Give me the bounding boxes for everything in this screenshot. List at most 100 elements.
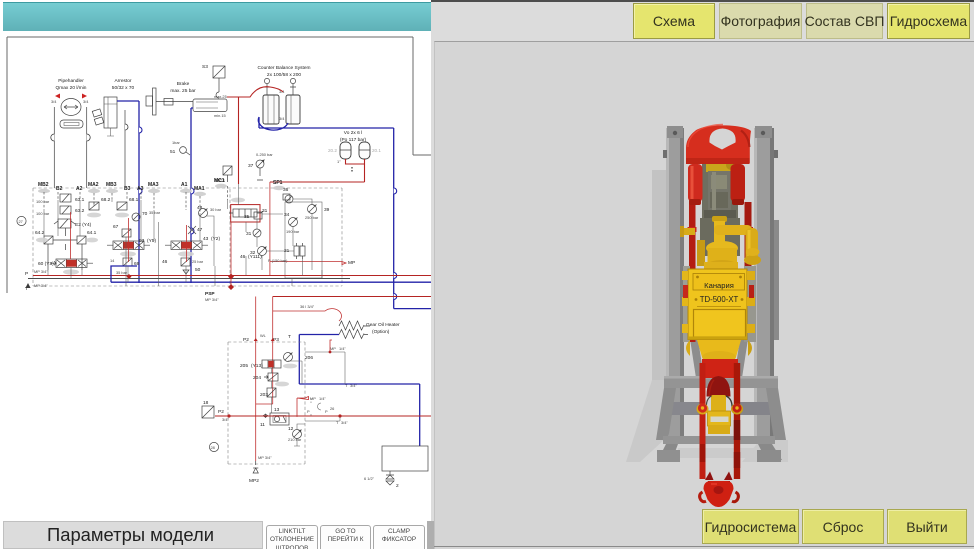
svg-text:A2: A2 <box>76 186 83 192</box>
svg-text:205: 205 <box>240 363 248 369</box>
svg-text:S3: S3 <box>202 64 208 70</box>
svg-text:46: 46 <box>240 254 246 260</box>
svg-text:B2: B2 <box>56 186 63 192</box>
svg-text:13: 13 <box>274 407 280 413</box>
svg-text:48: 48 <box>197 205 203 211</box>
svg-text:51: 51 <box>170 149 176 155</box>
svg-text:P: P <box>25 271 28 277</box>
svg-text:P2: P2 <box>243 337 249 343</box>
svg-text:03: 03 <box>139 238 145 244</box>
svg-text:MP 3/4": MP 3/4" <box>34 269 48 274</box>
svg-text:3/4": 3/4" <box>222 417 229 422</box>
svg-text:MP: MP <box>330 346 336 351</box>
svg-text:3/4": 3/4" <box>350 383 357 388</box>
svg-text:210 bar: 210 bar <box>288 437 302 442</box>
svg-text:2x 100/58 x 200: 2x 100/58 x 200 <box>267 72 301 78</box>
svg-text:31: 31 <box>262 208 268 214</box>
svg-text:TD-500-XT: TD-500-XT <box>700 295 739 304</box>
svg-text:6 1/2": 6 1/2" <box>364 476 375 481</box>
svg-text:A1: A1 <box>181 182 188 188</box>
svg-text:P2: P2 <box>218 409 224 415</box>
svg-text:(Y13): (Y13) <box>251 363 263 369</box>
svg-text:A3: A3 <box>137 186 144 192</box>
svg-text:Qmax 20 l/min: Qmax 20 l/min <box>56 85 87 91</box>
svg-text:50/32 x 70: 50/32 x 70 <box>112 85 135 91</box>
svg-text:30 bar: 30 bar <box>210 207 222 212</box>
svg-text:MA3: MA3 <box>148 182 159 188</box>
svg-text:Pipehandler: Pipehandler <box>58 78 84 84</box>
svg-text:46: 46 <box>162 259 168 265</box>
svg-text:64.2: 64.2 <box>35 230 45 236</box>
svg-text:26: 26 <box>330 406 334 411</box>
svg-text:MP 3/4": MP 3/4" <box>258 455 272 460</box>
svg-text:Counter Balance System: Counter Balance System <box>257 65 310 71</box>
svg-text:35: 35 <box>244 214 250 220</box>
svg-text:31: 31 <box>246 231 252 237</box>
svg-text:Канария: Канария <box>704 281 734 290</box>
svg-text:35 bar: 35 bar <box>149 210 161 215</box>
svg-text:Gear Oil Heater: Gear Oil Heater <box>366 322 400 328</box>
svg-text:20.2: 20.2 <box>328 148 337 153</box>
svg-text:36 l 3/4": 36 l 3/4" <box>300 304 315 309</box>
svg-text:1/4": 1/4" <box>339 346 346 351</box>
svg-text:1/4": 1/4" <box>319 396 326 401</box>
svg-text:20.1: 20.1 <box>372 148 381 153</box>
svg-text:(Option): (Option) <box>372 329 390 335</box>
svg-text:27: 27 <box>19 219 23 224</box>
svg-text:50: 50 <box>195 267 201 273</box>
svg-text:T: T <box>288 334 291 340</box>
svg-text:34: 34 <box>284 212 290 218</box>
svg-text:B3: B3 <box>124 186 131 192</box>
svg-text:2: 2 <box>396 483 399 489</box>
svg-text:204: 204 <box>253 375 261 381</box>
svg-text:3/4": 3/4" <box>341 420 348 425</box>
svg-text:MC1: MC1 <box>214 178 225 184</box>
svg-text:32: 32 <box>250 250 256 256</box>
svg-text:3/4: 3/4 <box>51 99 57 104</box>
svg-text:60 (Y3): 60 (Y3) <box>38 261 54 267</box>
svg-text:SP1: SP1 <box>273 180 283 186</box>
svg-text:Vo 2x 6 l: Vo 2x 6 l <box>344 130 362 136</box>
svg-text:Arrestor: Arrestor <box>114 78 131 84</box>
svg-text:P: P <box>325 409 328 414</box>
svg-text:100 bar: 100 bar <box>36 211 50 216</box>
svg-text:25 bar: 25 bar <box>192 259 204 264</box>
svg-text:MA1: MA1 <box>194 186 205 192</box>
svg-text:(Y2): (Y2) <box>211 236 220 242</box>
svg-text:36: 36 <box>283 187 289 193</box>
svg-text:37: 37 <box>248 163 254 169</box>
svg-text:28: 28 <box>211 445 215 450</box>
svg-text:67: 67 <box>113 224 119 230</box>
svg-text:WL: WL <box>260 333 267 338</box>
svg-text:P: P <box>307 409 310 414</box>
svg-text:68.2: 68.2 <box>101 197 111 203</box>
svg-text:14: 14 <box>110 258 115 263</box>
svg-text:MP 3/4": MP 3/4" <box>34 283 48 288</box>
svg-text:(Y5): (Y5) <box>147 238 156 244</box>
svg-text:Brake: Brake <box>177 81 190 87</box>
svg-text:70: 70 <box>142 211 148 217</box>
svg-text:min.15: min.15 <box>214 113 226 118</box>
svg-text:3/4: 3/4 <box>83 99 89 104</box>
svg-text:P (150 bar): P (150 bar) <box>268 258 288 263</box>
svg-text:MP2: MP2 <box>249 478 259 484</box>
svg-text:max. 25 bar: max. 25 bar <box>170 88 196 94</box>
svg-text:43: 43 <box>203 236 209 242</box>
svg-text:0-250 bar: 0-250 bar <box>256 152 273 157</box>
svg-text:100 bar: 100 bar <box>36 199 50 204</box>
svg-text:MP: MP <box>348 260 355 266</box>
svg-text:3/4: 3/4 <box>279 116 285 121</box>
svg-text:MB3: MB3 <box>106 182 117 188</box>
svg-text:MA2: MA2 <box>88 182 99 188</box>
svg-text:1": 1" <box>337 159 341 164</box>
svg-text:MB2: MB2 <box>38 182 49 188</box>
svg-text:39: 39 <box>324 207 330 213</box>
svg-text:206: 206 <box>305 355 313 361</box>
svg-text:MP 3/4": MP 3/4" <box>205 297 219 302</box>
svg-text:1bar: 1bar <box>172 140 180 145</box>
svg-text:11: 11 <box>260 422 265 428</box>
svg-text:18: 18 <box>203 400 209 406</box>
svg-text:E2 (Y4): E2 (Y4) <box>75 222 92 228</box>
svg-text:12: 12 <box>288 426 294 432</box>
svg-text:64.1: 64.1 <box>87 230 97 236</box>
